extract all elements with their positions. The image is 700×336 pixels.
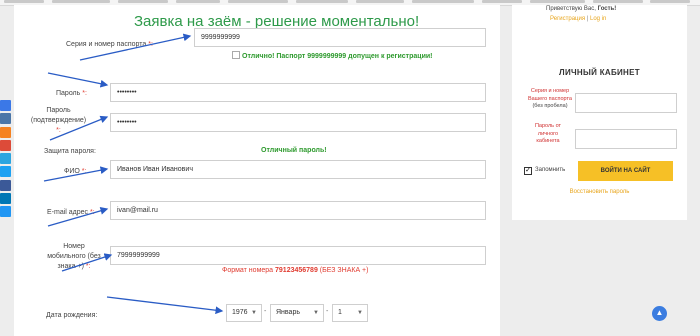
telegram-icon[interactable] xyxy=(0,153,11,165)
twitter-icon[interactable] xyxy=(0,166,11,178)
facebook-icon[interactable] xyxy=(0,179,11,191)
sidebar-password-label: Пароль от личного кабинета xyxy=(534,123,562,144)
date-separator: - xyxy=(326,308,329,315)
email-label: E-mail адрес *: xyxy=(47,209,95,216)
chevron-down-icon: ▼ xyxy=(313,310,319,316)
password-strength-label: Защита пароля: xyxy=(44,148,96,155)
sidebar-passport-label: Серия и номер Вашего паспорта (без пробе… xyxy=(528,88,572,109)
phone-label: Номер мобильного (без знака +) *: xyxy=(47,243,101,270)
email-input[interactable]: ivan@mail.ru xyxy=(110,201,486,220)
mail-ru-icon[interactable] xyxy=(0,126,11,138)
phone-format-hint: Формат номера 79123456789 (БЕЗ ЗНАКА +) xyxy=(222,267,369,274)
birth-month-select[interactable]: Январь ▼ xyxy=(270,304,324,322)
login-link[interactable]: Log in xyxy=(590,16,606,22)
birth-date-label: Дата рождения: xyxy=(46,312,98,319)
chevron-down-icon: ▼ xyxy=(251,310,257,316)
sidebar-login-panel: Приветствую Вас, Гость! Регистрация | Lo… xyxy=(512,5,687,220)
password-label: Пароль *: xyxy=(56,90,87,97)
remember-checkbox[interactable]: ✓ xyxy=(524,167,532,175)
fio-input[interactable]: Иванов Иван Иванович xyxy=(110,160,486,179)
login-button[interactable]: ВОЙТИ НА САЙТ xyxy=(578,161,673,181)
chevron-down-icon: ▼ xyxy=(357,310,363,316)
restore-password-link[interactable]: Восстановить пароль xyxy=(512,189,687,195)
odnoklassniki-icon[interactable] xyxy=(0,100,11,111)
share-icon[interactable] xyxy=(0,206,11,218)
remember-label: Запомнить xyxy=(535,167,566,173)
password-input[interactable]: •••••••• xyxy=(110,83,486,102)
linkedin-icon[interactable] xyxy=(0,193,11,205)
vk-icon[interactable] xyxy=(0,113,11,125)
register-link[interactable]: Регистрация xyxy=(550,16,585,22)
sidebar-passport-input[interactable] xyxy=(575,93,677,113)
loan-application-form: Заявка на заём - решение моментально! Се… xyxy=(14,5,500,336)
cabinet-title: ЛИЧНЫЙ КАБИНЕТ xyxy=(559,68,640,77)
date-separator: - xyxy=(264,308,267,315)
sidebar-password-input[interactable] xyxy=(575,129,677,149)
passport-ok-message: Отлично! Паспорт 9999999999 допущен к ре… xyxy=(232,51,433,60)
password-strength-value: Отличный пароль! xyxy=(261,147,327,154)
fio-label: ФИО *: xyxy=(64,168,87,175)
auth-links: Регистрация | Log in xyxy=(550,16,606,22)
password-confirm-input[interactable]: •••••••• xyxy=(110,113,486,132)
passport-label: Серия и номер паспорта *: xyxy=(66,41,153,48)
birth-year-select[interactable]: 1976 ▼ xyxy=(226,304,262,322)
google-icon[interactable] xyxy=(0,139,11,151)
greeting: Приветствую Вас, Гость! xyxy=(546,6,617,12)
scroll-to-top-button[interactable]: ▲ xyxy=(652,306,667,321)
links-separator: | xyxy=(586,16,589,22)
birth-day-select[interactable]: 1 ▼ xyxy=(332,304,368,322)
passport-input[interactable]: 9999999999 xyxy=(194,28,486,47)
social-share-bar xyxy=(0,100,14,220)
phone-input[interactable]: 79999999999 xyxy=(110,246,486,265)
password-confirm-label: Пароль (подтверждение) *: xyxy=(30,107,87,134)
arrow-up-icon: ▲ xyxy=(655,308,664,317)
